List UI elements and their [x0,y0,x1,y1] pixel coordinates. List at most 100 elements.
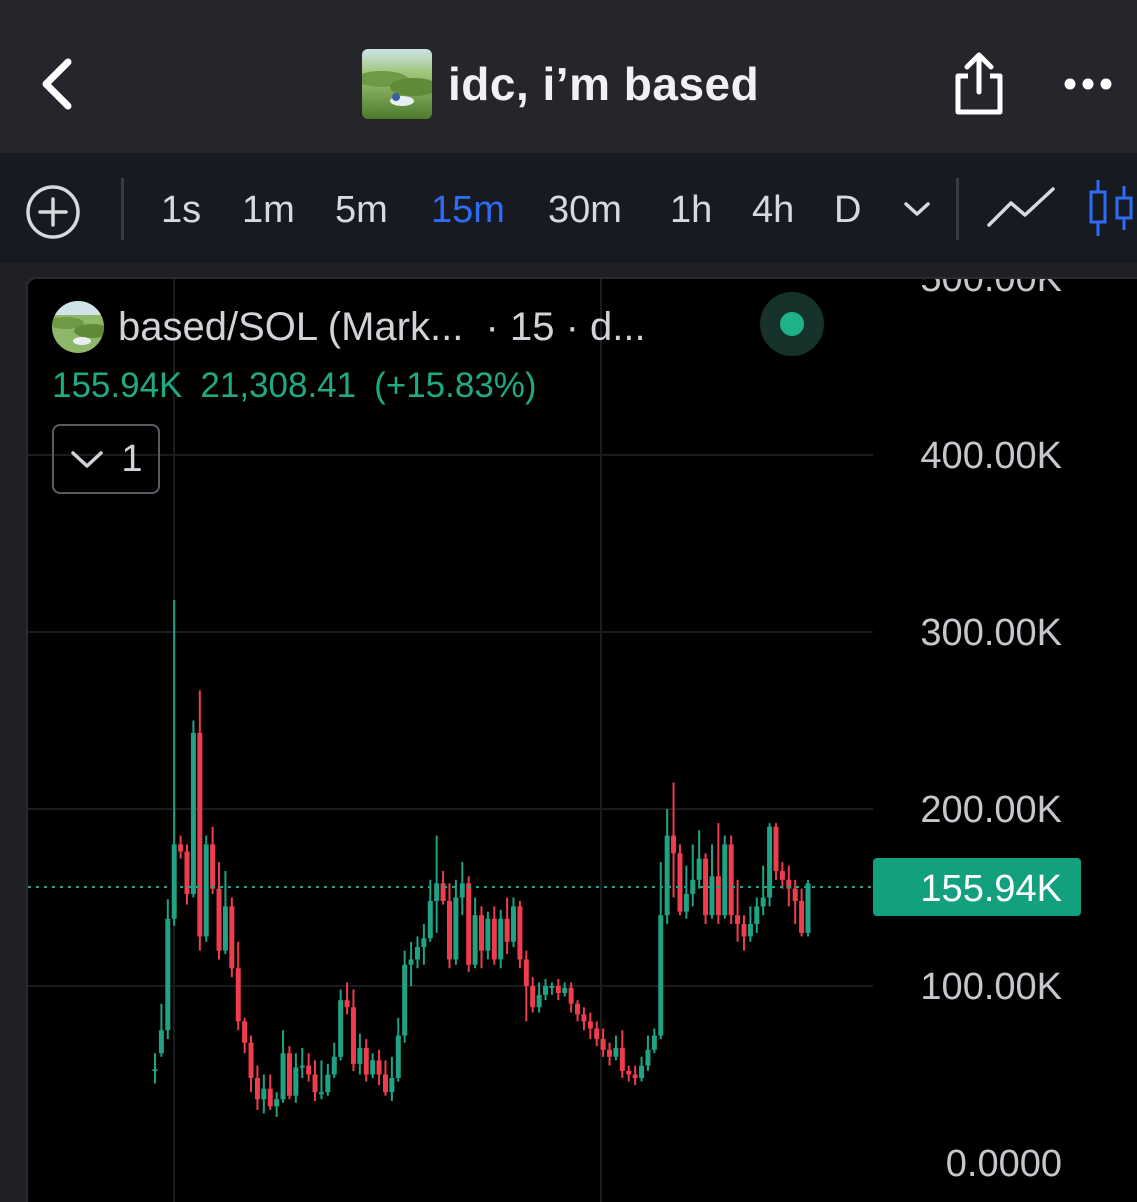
candle-body [664,835,670,916]
candle-body [498,918,504,960]
candle-body [754,906,760,925]
y-axis-tick-label: 200.00K [920,789,1062,831]
more-timeframes-button[interactable] [900,194,934,224]
chevron-down-icon [904,202,930,216]
chevron-left-icon [42,58,72,110]
candle-body [581,1014,587,1022]
line-chart-button[interactable] [985,183,1057,233]
plus-circle-icon [26,185,80,239]
timeframe-1m[interactable]: 1m [242,184,295,236]
candle-body [511,906,517,942]
candle-body [536,994,542,1008]
candlestick-chart-button[interactable] [1088,176,1137,240]
candle-body [318,1092,324,1095]
candle-body [607,1049,613,1057]
candle-body [735,915,741,925]
candle-body [709,876,715,916]
candle-body [210,844,216,889]
candle-body [453,897,459,960]
candle-body [363,1047,369,1075]
token-avatar [362,49,432,119]
candle-body [626,1070,632,1075]
add-indicator-button[interactable] [24,183,82,241]
candlestick-icon [1089,180,1133,236]
candle-body [773,826,779,871]
timeframe-d[interactable]: D [834,184,861,236]
candle-body [472,915,478,965]
candle-body [799,901,805,933]
change-percent: (+15.83%) [374,366,537,405]
candle-body [619,1047,625,1071]
chart-panel[interactable]: 0.0000 100.00K 200.00K 300.00K 400.00K 500.00… [26,277,1137,1202]
candle-body [344,1000,350,1008]
toolbar-divider [121,178,124,240]
candle-body [421,938,427,948]
candle-body [504,918,510,942]
candle-body [350,1007,356,1064]
candle-body [728,844,734,916]
candle-body [485,918,491,951]
candle-body [703,858,709,916]
candle-body [395,1035,401,1079]
indicator-count: 1 [121,437,143,480]
more-options-button[interactable] [1060,70,1116,98]
y-axis-tick-label: 500.00K [920,279,1062,300]
candle-body [389,1078,395,1093]
candle-body [722,844,728,916]
candle-body [639,1065,645,1079]
indicators-toggle-button[interactable]: 1 [52,424,160,494]
candle-body [715,876,721,916]
candle-body [427,901,433,939]
last-value: 155.94K [52,366,183,405]
candle-body [696,858,702,880]
share-button[interactable] [950,50,1008,118]
candle-body [632,1074,638,1079]
candle-body [242,1021,248,1043]
timeframe-1h[interactable]: 1h [670,184,712,236]
chart-legend: based/SOL (Mark... · 15 · d... [52,296,646,358]
candle-body [267,1088,273,1107]
candle-body [178,844,184,852]
current-price-label: 155.94K [920,868,1062,910]
toolbar-divider [956,178,959,240]
timeframe-1s[interactable]: 1s [161,184,201,236]
chevron-down-icon [71,451,104,468]
candle-body [280,1053,286,1100]
y-axis-tick-label: 0.0000 [946,1143,1062,1185]
timeframe-5m[interactable]: 5m [335,184,388,236]
symbol-interval: · 15 · d... [485,304,646,349]
candle-body [229,906,235,969]
candle-body [805,883,811,933]
candle-body [197,732,203,937]
back-button[interactable] [34,56,84,112]
candle-body [741,924,747,937]
candle-body [286,1053,292,1096]
candle-body [523,959,529,986]
page-title: idc, i’m based [448,58,760,110]
candle-body [190,732,196,894]
candle-body [555,986,561,994]
candle-body [222,906,228,951]
symbol-title[interactable]: based/SOL (Mark... · 15 · d... [118,305,646,350]
candle-body [549,986,555,988]
candle-body [767,826,773,898]
timeframe-30m[interactable]: 30m [548,184,622,236]
candle-body [779,870,785,880]
candlestick-chart[interactable]: 0.0000 100.00K 200.00K 300.00K 400.00K 500.00… [28,279,1137,1202]
candle-body [165,918,171,1031]
candle-body [747,924,753,937]
candle-body [376,1060,382,1075]
symbol-name: based/SOL (Mark... [118,304,464,349]
candle-body [575,1003,581,1015]
candle-body [517,906,523,960]
market-status-indicator [760,292,824,356]
timeframe-15m[interactable]: 15m [431,184,505,236]
candle-body [158,1030,164,1054]
candle-body [683,893,689,912]
candle-body [370,1060,376,1075]
line-chart-icon [987,187,1055,227]
candle-body [338,1000,344,1057]
candle-body [562,987,568,994]
candle-body [792,888,798,902]
timeframe-4h[interactable]: 4h [752,184,794,236]
